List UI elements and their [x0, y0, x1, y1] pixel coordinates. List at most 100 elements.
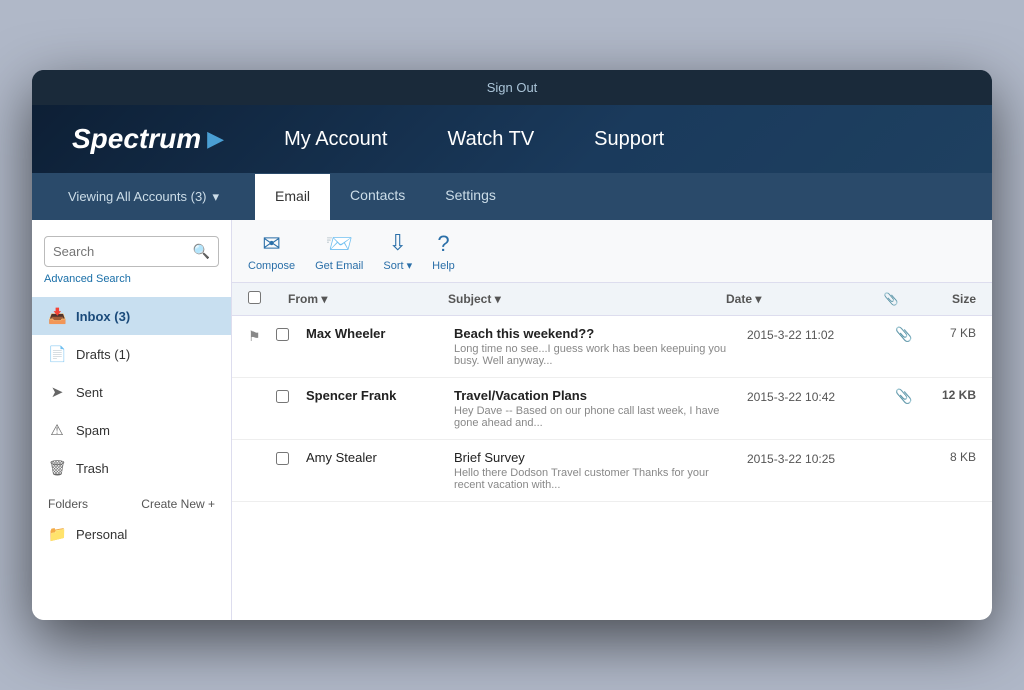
- account-selector-label: Viewing All Accounts (3): [68, 189, 207, 204]
- size-col: 12 KB: [916, 388, 976, 402]
- tab-contacts[interactable]: Contacts: [330, 173, 425, 220]
- subject-line: Brief Survey: [454, 450, 737, 465]
- email-row[interactable]: Amy Stealer Brief Survey Hello there Dod…: [232, 440, 992, 502]
- inbox-icon: 📥: [48, 307, 66, 325]
- sidebar-item-trash-label: Trash: [76, 461, 109, 476]
- screen: Sign Out Spectrum ▶ My Account Watch TV …: [32, 70, 992, 620]
- nav-support[interactable]: Support: [594, 128, 664, 151]
- sign-out-link[interactable]: Sign Out: [487, 80, 538, 95]
- get-email-label: Get Email: [315, 260, 363, 272]
- subject-line: Travel/Vacation Plans: [454, 388, 737, 403]
- nav-links: My Account Watch TV Support: [284, 128, 664, 151]
- sender-name: Spencer Frank: [306, 388, 454, 403]
- get-email-icon: 📨: [326, 231, 353, 257]
- search-input[interactable]: [53, 244, 187, 259]
- attachment-icon: 📎: [892, 388, 916, 405]
- account-selector[interactable]: Viewing All Accounts (3) ▾: [52, 175, 235, 219]
- flag-icon: [248, 388, 268, 390]
- sidebar-item-sent[interactable]: ➤ Sent: [32, 373, 231, 411]
- preview-text: Long time no see...I guess work has been…: [454, 343, 737, 367]
- sidebar-item-sent-label: Sent: [76, 385, 103, 400]
- sidebar: 🔍 Advanced Search 📥 Inbox (3) 📄 Drafts (…: [32, 220, 232, 620]
- drafts-icon: 📄: [48, 345, 66, 363]
- help-label: Help: [432, 260, 455, 272]
- header-check: [248, 291, 288, 307]
- sidebar-item-inbox[interactable]: 📥 Inbox (3): [32, 297, 231, 335]
- date-col: 2015-3-22 10:25: [747, 450, 892, 466]
- folders-header: Folders Create New +: [32, 487, 231, 515]
- email-panel: ✉ Compose 📨 Get Email ⇩ Sort ▾ ? Help: [232, 220, 992, 620]
- preview-text: Hey Dave -- Based on our phone call last…: [454, 405, 737, 429]
- date-col: 2015-3-22 11:02: [747, 326, 892, 342]
- compose-icon: ✉: [262, 231, 280, 257]
- personal-folder-icon: 📁: [48, 525, 66, 543]
- sidebar-item-personal-label: Personal: [76, 527, 127, 542]
- compose-label: Compose: [248, 260, 295, 272]
- create-new-folder[interactable]: Create New +: [141, 497, 215, 511]
- nav-my-account[interactable]: My Account: [284, 128, 387, 151]
- sign-out-bar: Sign Out: [32, 70, 992, 105]
- email-list-header: From ▾ Subject ▾ Date ▾ 📎 Size: [232, 283, 992, 316]
- sidebar-item-drafts[interactable]: 📄 Drafts (1): [32, 335, 231, 373]
- row-checkbox[interactable]: [276, 390, 289, 403]
- size-col: 7 KB: [916, 326, 976, 340]
- header-size: Size: [906, 292, 976, 306]
- sidebar-item-trash[interactable]: 🗑 Trash: [32, 449, 231, 487]
- sender-name: Max Wheeler: [306, 326, 454, 341]
- sender-col: Spencer Frank: [306, 388, 454, 403]
- sidebar-item-inbox-label: Inbox (3): [76, 309, 130, 324]
- date-sort-arrow: ▾: [755, 292, 761, 306]
- compose-button[interactable]: ✉ Compose: [248, 231, 295, 272]
- header-subject[interactable]: Subject ▾: [448, 292, 726, 306]
- tab-email[interactable]: Email: [255, 174, 330, 221]
- spam-icon: ⚠: [48, 421, 66, 439]
- help-icon: ?: [437, 231, 449, 257]
- subject-col: Brief Survey Hello there Dodson Travel c…: [454, 450, 747, 491]
- header-from[interactable]: From ▾: [288, 292, 448, 306]
- subject-sort-arrow: ▾: [495, 292, 501, 306]
- tab-settings[interactable]: Settings: [425, 173, 516, 220]
- sidebar-item-spam[interactable]: ⚠ Spam: [32, 411, 231, 449]
- sender-col: Max Wheeler: [306, 326, 454, 341]
- trash-icon: 🗑: [48, 459, 66, 477]
- sender-col: Amy Stealer: [306, 450, 454, 465]
- attachment-icon: 📎: [892, 326, 916, 343]
- help-button[interactable]: ? Help: [432, 231, 455, 272]
- sidebar-item-drafts-label: Drafts (1): [76, 347, 130, 362]
- sidebar-item-spam-label: Spam: [76, 423, 110, 438]
- toolbar: ✉ Compose 📨 Get Email ⇩ Sort ▾ ? Help: [232, 220, 992, 283]
- date-col: 2015-3-22 10:42: [747, 388, 892, 404]
- flag-icon: ⚑: [248, 326, 268, 345]
- account-selector-arrow: ▾: [213, 189, 220, 205]
- sender-name: Amy Stealer: [306, 450, 454, 465]
- nav-watch-tv[interactable]: Watch TV: [447, 128, 534, 151]
- email-row[interactable]: Spencer Frank Travel/Vacation Plans Hey …: [232, 378, 992, 440]
- main-content: 🔍 Advanced Search 📥 Inbox (3) 📄 Drafts (…: [32, 220, 992, 620]
- select-all-checkbox[interactable]: [248, 291, 261, 304]
- flag-icon: [248, 450, 268, 452]
- search-icon: 🔍: [193, 243, 210, 260]
- subject-col: Travel/Vacation Plans Hey Dave -- Based …: [454, 388, 747, 429]
- sent-icon: ➤: [48, 383, 66, 401]
- sort-label: Sort ▾: [383, 259, 412, 272]
- folders-label: Folders: [48, 497, 88, 511]
- logo[interactable]: Spectrum ▶: [72, 123, 224, 155]
- get-email-button[interactable]: 📨 Get Email: [315, 231, 363, 272]
- advanced-search-link[interactable]: Advanced Search: [44, 273, 219, 285]
- sidebar-item-personal[interactable]: 📁 Personal: [32, 515, 231, 553]
- header-attach: 📎: [876, 292, 906, 306]
- sort-icon: ⇩: [389, 230, 407, 256]
- sort-button[interactable]: ⇩ Sort ▾: [383, 230, 412, 272]
- row-checkbox-wrap: [276, 326, 298, 346]
- logo-text: Spectrum: [72, 123, 201, 155]
- row-checkbox-wrap: [276, 388, 298, 408]
- nav-bar: Spectrum ▶ My Account Watch TV Support: [32, 105, 992, 173]
- subject-col: Beach this weekend?? Long time no see...…: [454, 326, 747, 367]
- search-box[interactable]: 🔍: [44, 236, 219, 267]
- row-checkbox[interactable]: [276, 452, 289, 465]
- from-sort-arrow: ▾: [321, 292, 327, 306]
- header-date[interactable]: Date ▾: [726, 292, 876, 306]
- logo-arrow-icon: ▶: [207, 126, 224, 152]
- row-checkbox[interactable]: [276, 328, 289, 341]
- email-row[interactable]: ⚑ Max Wheeler Beach this weekend?? Long …: [232, 316, 992, 378]
